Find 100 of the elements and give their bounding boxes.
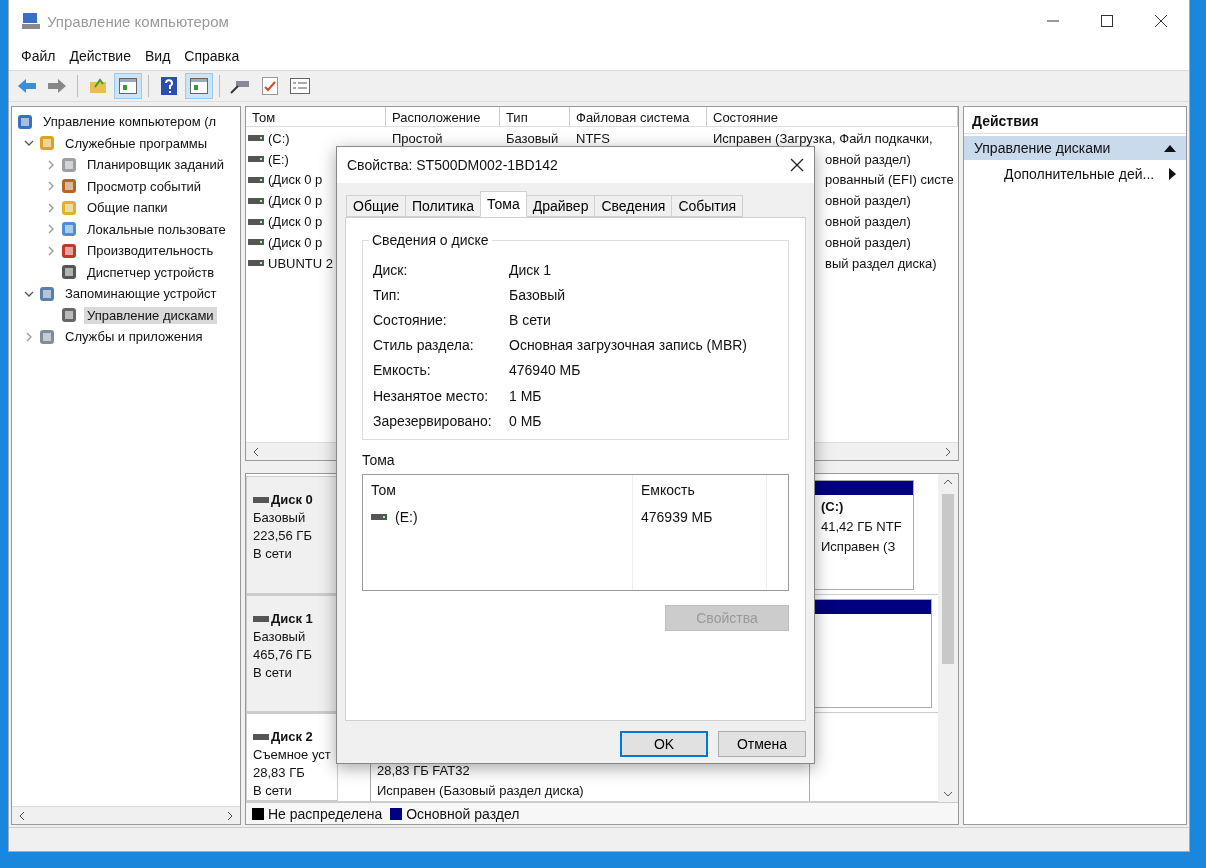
disk-type: Съемное уст bbox=[253, 746, 332, 764]
drive-icon bbox=[248, 156, 264, 163]
list-cell: (E:) bbox=[395, 509, 418, 525]
disk-state: В сети bbox=[253, 782, 293, 800]
info-label: Тип: bbox=[373, 286, 402, 303]
scroll-right-icon[interactable] bbox=[226, 810, 234, 821]
scroll-right-icon[interactable] bbox=[944, 446, 952, 457]
info-value: 1 МБ bbox=[509, 387, 542, 404]
tree-item[interactable]: Служебные программы bbox=[62, 134, 211, 152]
menu-item[interactable]: Вид bbox=[144, 46, 171, 66]
column-header[interactable]: Состояние bbox=[707, 107, 958, 126]
disk-size: 223,56 ГБ bbox=[253, 527, 313, 545]
tab[interactable]: Политика bbox=[405, 195, 482, 217]
table-cell: (Диск 0 р bbox=[268, 214, 323, 230]
info-label: Стиль раздела: bbox=[373, 337, 475, 354]
table-cell: вый раздел диска) bbox=[825, 255, 937, 271]
group-title: Сведения о диске bbox=[369, 232, 492, 248]
section-title: Управление дисками bbox=[974, 140, 1111, 156]
info-value: Основная загрузочная запись (MBR) bbox=[509, 337, 748, 354]
tree-item[interactable]: Локальные пользовате bbox=[84, 220, 229, 238]
disk-label-panel[interactable]: Диск 1 Базовый 465,76 ГБ В сети bbox=[246, 595, 338, 712]
tab[interactable]: Тома bbox=[480, 191, 527, 217]
column-header[interactable]: Том bbox=[246, 107, 386, 126]
chevron-right-icon[interactable] bbox=[46, 245, 56, 256]
chevron-right-icon[interactable] bbox=[46, 181, 56, 192]
info-value: Базовый bbox=[509, 286, 566, 303]
scrollbar-thumb[interactable] bbox=[942, 494, 954, 664]
menu-item[interactable]: Файл bbox=[21, 46, 56, 66]
info-label: Зарезервировано: bbox=[373, 412, 493, 429]
partition-status: Исправен (З bbox=[821, 538, 897, 556]
tree-item[interactable]: Планировщик заданий bbox=[84, 156, 227, 174]
actions-section[interactable]: Управление дисками bbox=[964, 136, 1186, 160]
chevron-right-icon[interactable] bbox=[24, 331, 34, 342]
drive-icon bbox=[253, 734, 269, 740]
close-icon[interactable] bbox=[790, 158, 804, 172]
drive-icon bbox=[248, 197, 264, 204]
tree-item[interactable]: Диспетчер устройств bbox=[84, 263, 218, 281]
tree-item[interactable]: Управление дисками bbox=[84, 306, 217, 324]
partition-name: (C:) bbox=[821, 498, 845, 516]
tree-item[interactable]: Службы и приложения bbox=[62, 328, 206, 346]
disk-state: В сети bbox=[253, 545, 293, 563]
tree-item[interactable]: Производительность bbox=[84, 242, 217, 260]
disk-name: Диск 0 bbox=[271, 491, 313, 509]
partition-size: 41,42 ГБ NTF bbox=[821, 518, 903, 536]
table-cell: UBUNTU 2 bbox=[268, 255, 333, 271]
maximize-icon[interactable] bbox=[1101, 15, 1113, 27]
menu-item[interactable]: Справка bbox=[184, 46, 240, 66]
forward-arrow-icon bbox=[47, 78, 67, 94]
column-header[interactable]: Тип bbox=[500, 107, 570, 126]
menu-item[interactable]: Действие bbox=[69, 46, 131, 66]
ok-button[interactable]: OK bbox=[620, 731, 708, 757]
toolbar-button[interactable] bbox=[185, 73, 213, 99]
actions-header: Действия bbox=[964, 107, 1186, 134]
drive-icon bbox=[253, 616, 269, 622]
info-label: Диск: bbox=[373, 261, 409, 278]
disk-label-panel[interactable]: Диск 2 Съемное уст 28,83 ГБ В сети bbox=[246, 713, 338, 801]
cancel-button[interactable]: Отмена bbox=[718, 731, 806, 757]
disk-name: Диск 1 bbox=[271, 610, 313, 628]
toolbar-button[interactable] bbox=[114, 73, 142, 99]
table-cell: (Диск 0 р bbox=[268, 172, 323, 188]
chevron-right-icon[interactable] bbox=[46, 159, 56, 170]
tree-item[interactable]: Просмотр событий bbox=[84, 177, 205, 195]
tree-item[interactable]: Управление компьютером (л bbox=[40, 113, 220, 131]
scroll-down-icon[interactable] bbox=[943, 790, 953, 798]
tab[interactable]: Драйвер bbox=[525, 195, 596, 217]
list-cell-text: 476939 МБ bbox=[640, 509, 714, 525]
scroll-up-icon[interactable] bbox=[943, 478, 953, 486]
close-icon[interactable] bbox=[1155, 15, 1167, 27]
drive-icon bbox=[248, 260, 264, 267]
table-cell-text: NTFS bbox=[575, 130, 611, 146]
disk-label-panel[interactable]: Диск 0 Базовый 223,56 ГБ В сети bbox=[246, 476, 338, 594]
table-cell: (C:) bbox=[268, 130, 290, 146]
list-icon bbox=[290, 78, 310, 94]
column-header[interactable]: Том bbox=[363, 475, 633, 505]
disk-type: Базовый bbox=[253, 628, 307, 646]
drive-icon bbox=[371, 514, 387, 520]
chevron-right-icon[interactable] bbox=[46, 224, 56, 235]
table-cell-text: Простой bbox=[391, 130, 444, 146]
chevron-right-icon[interactable] bbox=[46, 202, 56, 213]
drive-icon bbox=[248, 135, 264, 142]
legend-label: Не распределена bbox=[268, 805, 383, 822]
window-title: Управление компьютером bbox=[47, 12, 229, 30]
table-cell: (E:) bbox=[268, 151, 289, 167]
scroll-left-icon[interactable] bbox=[252, 446, 260, 457]
column-header[interactable]: Файловая система bbox=[570, 107, 707, 126]
tab[interactable]: Общие bbox=[346, 195, 407, 217]
info-label: Емкость: bbox=[373, 362, 432, 379]
table-cell: (Диск 0 р bbox=[268, 234, 323, 250]
tab[interactable]: Сведения bbox=[594, 195, 673, 217]
partition-status: Исправен (Базовый раздел диска) bbox=[377, 782, 585, 800]
tree-item[interactable]: Запоминающие устройст bbox=[62, 285, 220, 303]
action-link[interactable]: Дополнительные дей... bbox=[1004, 166, 1155, 182]
help-icon bbox=[161, 77, 177, 95]
tree-item[interactable]: Общие папки bbox=[84, 199, 171, 217]
tab[interactable]: События bbox=[671, 195, 744, 217]
disk-size: 465,76 ГБ bbox=[253, 646, 313, 664]
scroll-left-icon[interactable] bbox=[18, 810, 26, 821]
drive-icon bbox=[248, 239, 264, 246]
column-header[interactable]: Емкость bbox=[633, 475, 767, 505]
column-header[interactable]: Расположение bbox=[386, 107, 500, 126]
